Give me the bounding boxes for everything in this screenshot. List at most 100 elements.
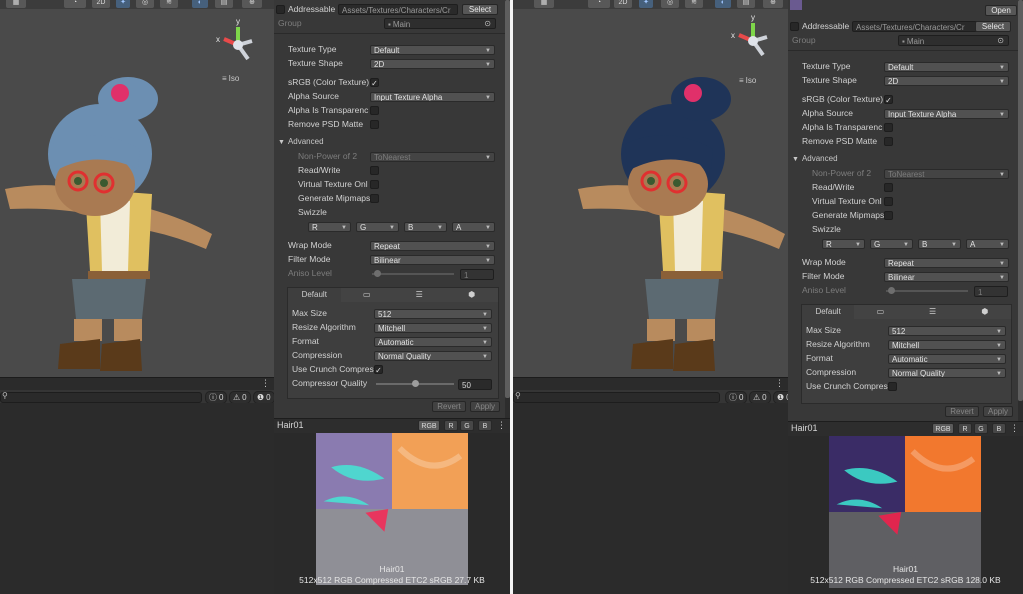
compression-dropdown[interactable]: Normal Quality ▼ (374, 351, 492, 361)
effects-toggle-icon[interactable]: ≋ (160, 0, 178, 8)
alpha-is-transparenc-checkbox[interactable] (884, 123, 893, 132)
effects-toggle-icon[interactable]: ≋ (685, 0, 703, 8)
tab-android[interactable]: ⬢ (445, 288, 499, 302)
channel-rgb-button[interactable]: RGB (932, 423, 954, 434)
scene-viewport[interactable]: y x ≡ Iso (0, 9, 274, 377)
filter-mode-dropdown[interactable]: Bilinear ▼ (370, 255, 495, 265)
inspector-scrollbar[interactable] (1018, 0, 1023, 421)
tab-default[interactable]: Default (288, 288, 342, 302)
console-search-input[interactable]: ⚲ (513, 391, 720, 403)
use-crunch-compres-checkbox[interactable]: ✓ (374, 365, 383, 375)
format-dropdown[interactable]: Automatic ▼ (888, 354, 1006, 364)
channel-r-button[interactable]: R (444, 420, 458, 431)
use-crunch-compres-checkbox[interactable] (888, 382, 897, 391)
console-search-input[interactable]: ⚲ (0, 391, 202, 403)
texture-shape-dropdown[interactable]: 2D ▼ (884, 76, 1009, 86)
generate-mipmaps-checkbox[interactable] (884, 211, 893, 220)
camera-settings-icon[interactable]: ▤ (215, 0, 233, 8)
scene-viewport[interactable]: y x ≡ Iso (513, 9, 788, 377)
addressable-checkbox[interactable] (276, 5, 285, 14)
inspector-scrollbar-thumb[interactable] (1018, 0, 1023, 401)
tab-default[interactable]: Default (802, 305, 856, 319)
orientation-gizmo[interactable]: yx (729, 13, 779, 65)
swizzle-a-dropdown[interactable]: A ▼ (966, 239, 1009, 249)
console-menu-icon[interactable]: ⋮ (261, 378, 270, 389)
virtual-texture-onl-checkbox[interactable] (884, 197, 893, 206)
object-picker-icon[interactable]: ⊙ (997, 36, 1004, 45)
swizzle-b-dropdown[interactable]: B ▼ (404, 222, 447, 232)
max-size-dropdown[interactable]: 512 ▼ (374, 309, 492, 319)
object-picker-icon[interactable]: ⊙ (484, 19, 491, 28)
remove-psd-matte-checkbox[interactable] (370, 120, 379, 129)
tab-server[interactable]: ☰ (906, 305, 960, 319)
swizzle-r-dropdown[interactable]: R ▼ (308, 222, 351, 232)
advanced-foldout[interactable]: ▼ Advanced (792, 154, 838, 163)
console-menu-icon[interactable]: ⋮ (775, 378, 784, 389)
layout-icon[interactable]: ▦ (6, 0, 26, 8)
gizmos-icon[interactable]: ⊕ (242, 0, 262, 8)
addressable-checkbox[interactable] (790, 22, 799, 31)
tab-android[interactable]: ⬢ (958, 305, 1012, 319)
channel-rgb-button[interactable]: RGB (418, 420, 440, 431)
address-field[interactable]: Assets/Textures/Characters/Cr (852, 21, 978, 32)
lighting-toggle-icon[interactable]: ✦ (116, 0, 130, 8)
compressor-quality-knob[interactable] (412, 380, 419, 387)
channel-g-button[interactable]: G (974, 423, 988, 434)
gizmo-axes-icon[interactable] (214, 19, 264, 69)
hidden-toggle-icon[interactable]: ◐ (192, 0, 208, 8)
tab-standalone[interactable]: ▭ (340, 288, 394, 302)
gizmos-icon[interactable]: ⊕ (763, 0, 783, 8)
resize-algorithm-dropdown[interactable]: Mitchell ▼ (888, 340, 1006, 350)
swizzle-b-dropdown[interactable]: B ▼ (918, 239, 961, 249)
apply-button[interactable]: Apply (470, 401, 500, 412)
texture-shape-dropdown[interactable]: 2D ▼ (370, 59, 495, 69)
rotate-tool-icon[interactable]: ◔ (588, 0, 610, 8)
swizzle-g-dropdown[interactable]: G ▼ (870, 239, 913, 249)
hidden-toggle-icon[interactable]: ◐ (715, 0, 731, 8)
preview-menu-icon[interactable]: ⋮ (1010, 423, 1019, 434)
select-button[interactable]: Select (462, 4, 498, 15)
srgb-color-texture-checkbox[interactable]: ✓ (370, 78, 379, 88)
generate-mipmaps-checkbox[interactable] (370, 194, 379, 203)
advanced-foldout[interactable]: ▼ Advanced (278, 137, 324, 146)
format-dropdown[interactable]: Automatic ▼ (374, 337, 492, 347)
wrap-mode-dropdown[interactable]: Repeat ▼ (370, 241, 495, 251)
orientation-gizmo[interactable]: yx (214, 17, 264, 69)
camera-settings-icon[interactable]: ▤ (737, 0, 755, 8)
lighting-toggle-icon[interactable]: ✦ (639, 0, 653, 8)
remove-psd-matte-checkbox[interactable] (884, 137, 893, 146)
virtual-texture-onl-checkbox[interactable] (370, 180, 379, 189)
revert-button[interactable]: Revert (945, 406, 979, 417)
alpha-is-transparenc-checkbox[interactable] (370, 106, 379, 115)
revert-button[interactable]: Revert (432, 401, 466, 412)
swizzle-g-dropdown[interactable]: G ▼ (356, 222, 399, 232)
swizzle-a-dropdown[interactable]: A ▼ (452, 222, 495, 232)
apply-button[interactable]: Apply (983, 406, 1013, 417)
open-button[interactable]: Open (985, 5, 1017, 16)
max-size-dropdown[interactable]: 512 ▼ (888, 326, 1006, 336)
group-field[interactable]: ▪ Main ⊙ (384, 18, 496, 29)
projection-label[interactable]: ≡ Iso (739, 76, 756, 85)
alpha-source-dropdown[interactable]: Input Texture Alpha ▼ (370, 92, 495, 102)
wrap-mode-dropdown[interactable]: Repeat ▼ (884, 258, 1009, 268)
tab-server[interactable]: ☰ (393, 288, 447, 302)
alpha-source-dropdown[interactable]: Input Texture Alpha ▼ (884, 109, 1009, 119)
read-write-checkbox[interactable] (370, 166, 379, 175)
channel-b-button[interactable]: B (478, 420, 492, 431)
projection-label[interactable]: ≡ Iso (222, 74, 239, 83)
swizzle-r-dropdown[interactable]: R ▼ (822, 239, 865, 249)
audio-toggle-icon[interactable]: ◎ (661, 0, 679, 8)
read-write-checkbox[interactable] (884, 183, 893, 192)
preview-menu-icon[interactable]: ⋮ (497, 420, 506, 431)
select-button[interactable]: Select (975, 21, 1011, 32)
srgb-color-texture-checkbox[interactable]: ✓ (884, 95, 893, 105)
address-field[interactable]: Assets/Textures/Characters/Cr (338, 4, 458, 15)
channel-g-button[interactable]: G (460, 420, 474, 431)
tab-standalone[interactable]: ▭ (854, 305, 908, 319)
resize-algorithm-dropdown[interactable]: Mitchell ▼ (374, 323, 492, 333)
audio-toggle-icon[interactable]: ◎ (136, 0, 154, 8)
layout-icon[interactable]: ▦ (534, 0, 554, 8)
gizmo-axes-icon[interactable] (729, 15, 779, 65)
channel-r-button[interactable]: R (958, 423, 972, 434)
rotate-tool-icon[interactable]: ◔ (64, 0, 86, 8)
